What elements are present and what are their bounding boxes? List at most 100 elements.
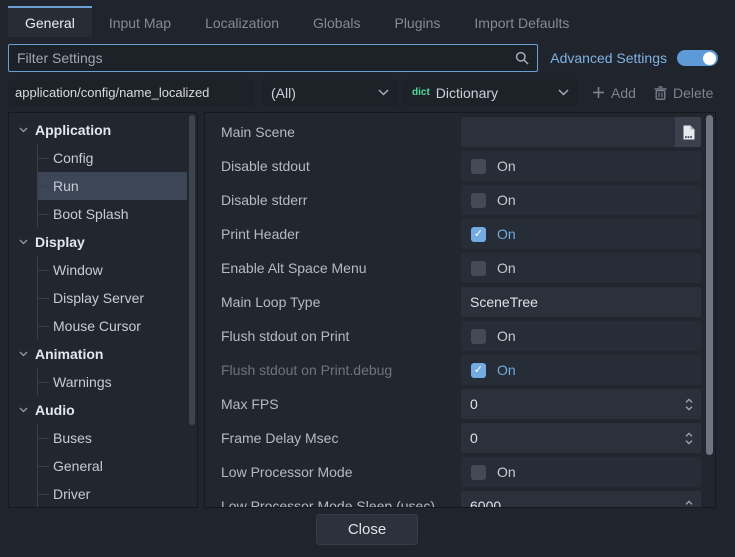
main-loop-type-input[interactable]: SceneTree — [461, 287, 701, 317]
checkbox-unchecked[interactable] — [471, 261, 486, 276]
sidebar-section-label: Audio — [35, 402, 75, 418]
sidebar-section-audio[interactable]: Audio — [9, 396, 197, 424]
checkbox-unchecked[interactable] — [471, 193, 486, 208]
tab-label: Globals — [313, 15, 360, 31]
sidebar-section-label: Application — [35, 122, 111, 138]
checkbox-checked[interactable] — [471, 227, 486, 242]
sidebar-section-application[interactable]: Application — [9, 116, 197, 144]
chevron-down-icon — [19, 127, 28, 133]
sidebar-scrollbar[interactable] — [189, 115, 195, 507]
trash-icon — [654, 86, 667, 100]
tab-plugins[interactable]: Plugins — [377, 6, 457, 37]
spinner-updown-icon[interactable] — [683, 397, 695, 412]
sidebar-item-label: General — [53, 458, 103, 474]
sidebar-item-label: Buses — [53, 430, 92, 446]
plus-icon — [592, 86, 605, 99]
sidebar-section-display[interactable]: Display — [9, 228, 197, 256]
setting-label: Flush stdout on Print.debug — [205, 362, 461, 378]
checkbox-label: On — [497, 464, 516, 480]
sidebar-section-animation[interactable]: Animation — [9, 340, 197, 368]
settings-tree: Application Config Run Boot Splash Displ… — [9, 113, 197, 508]
project-settings-dialog: General Input Map Localization Globals P… — [0, 0, 735, 557]
tab-label: Import Defaults — [474, 15, 569, 31]
tree-group: Config Run Boot Splash — [37, 144, 197, 228]
sidebar-item-display-server[interactable]: Display Server — [38, 284, 187, 312]
setting-row-low-processor-mode-sleep: Low Processor Mode Sleep (usec) 6000 — [205, 489, 715, 508]
settings-scrollbar[interactable] — [706, 115, 713, 507]
tab-label: General — [25, 15, 75, 31]
close-button-label: Close — [348, 521, 386, 538]
delete-button-label: Delete — [673, 85, 713, 101]
sidebar-item-buses[interactable]: Buses — [38, 424, 187, 452]
settings-rows: Main Scene Disable stdout On — [205, 113, 715, 508]
property-path-value: application/config/name_localized — [15, 85, 209, 100]
setting-row-enable-alt-space-menu: Enable Alt Space Menu On — [205, 251, 715, 285]
setting-label: Enable Alt Space Menu — [205, 260, 461, 276]
filter-settings-input[interactable] — [17, 50, 515, 66]
type-dropdown-value: Dictionary — [436, 85, 498, 101]
sidebar-section-label: Display — [35, 234, 85, 250]
frame-delay-spinbox[interactable]: 0 — [461, 430, 701, 446]
sidebar-item-boot-splash[interactable]: Boot Splash — [38, 200, 187, 228]
tab-label: Input Map — [109, 15, 171, 31]
sidebar-item-label: Boot Splash — [53, 206, 129, 222]
sidebar-item-mouse-cursor[interactable]: Mouse Cursor — [38, 312, 187, 340]
setting-label: Disable stdout — [205, 158, 461, 174]
tab-import-defaults[interactable]: Import Defaults — [457, 6, 586, 37]
tab-localization[interactable]: Localization — [188, 6, 296, 37]
checkbox-unchecked[interactable] — [471, 159, 486, 174]
chevron-down-icon — [19, 351, 28, 357]
spin-value: 6000 — [470, 498, 683, 508]
scrollbar-thumb[interactable] — [189, 115, 195, 425]
checkbox-label: On — [497, 158, 516, 174]
file-picker-button[interactable] — [675, 117, 701, 147]
tree-group: Warnings — [37, 368, 197, 396]
spin-value: 0 — [470, 396, 683, 412]
max-fps-spinbox[interactable]: 0 — [461, 396, 701, 412]
scrollbar-thumb[interactable] — [706, 115, 713, 455]
tab-input-map[interactable]: Input Map — [92, 6, 188, 37]
advanced-settings-label: Advanced Settings — [550, 50, 667, 66]
tab-bar: General Input Map Localization Globals P… — [8, 6, 727, 37]
sidebar-section-label: Animation — [35, 346, 103, 362]
tab-general[interactable]: General — [8, 6, 92, 37]
toggle-knob — [703, 52, 716, 65]
setting-row-main-scene: Main Scene — [205, 115, 715, 149]
spinner-updown-icon[interactable] — [683, 431, 695, 446]
close-button[interactable]: Close — [316, 514, 418, 545]
setting-row-main-loop-type: Main Loop Type SceneTree — [205, 285, 715, 319]
sidebar-item-config[interactable]: Config — [38, 144, 187, 172]
setting-row-disable-stdout: Disable stdout On — [205, 149, 715, 183]
checkbox-checked[interactable] — [471, 363, 486, 378]
spinner-updown-icon[interactable] — [683, 499, 695, 509]
checkbox-label: On — [497, 328, 516, 344]
settings-category-sidebar: Application Config Run Boot Splash Displ… — [8, 112, 198, 508]
sidebar-item-warnings[interactable]: Warnings — [38, 368, 187, 396]
chevron-down-icon — [558, 89, 569, 96]
checkbox-unchecked[interactable] — [471, 329, 486, 344]
tab-globals[interactable]: Globals — [296, 6, 377, 37]
type-dropdown[interactable]: dict Dictionary — [403, 79, 578, 106]
setting-row-print-header: Print Header On — [205, 217, 715, 251]
checkbox-unchecked[interactable] — [471, 465, 486, 480]
tree-group: Buses General Driver — [37, 424, 197, 508]
add-button[interactable]: Add — [588, 79, 640, 106]
sidebar-item-driver[interactable]: Driver — [38, 480, 187, 508]
sidebar-item-general[interactable]: General — [38, 452, 187, 480]
filter-settings-searchbox[interactable] — [8, 44, 538, 72]
category-filter-value: (All) — [271, 85, 296, 101]
chevron-down-icon — [19, 239, 28, 245]
low-processor-sleep-spinbox[interactable]: 6000 — [461, 498, 701, 508]
tab-label: Localization — [205, 15, 279, 31]
property-path-input[interactable]: application/config/name_localized — [8, 79, 255, 106]
sidebar-item-run[interactable]: Run — [38, 172, 187, 200]
advanced-settings-toggle[interactable] — [677, 50, 718, 66]
setting-row-disable-stderr: Disable stderr On — [205, 183, 715, 217]
sidebar-item-window[interactable]: Window — [38, 256, 187, 284]
setting-row-low-processor-mode: Low Processor Mode On — [205, 455, 715, 489]
main-scene-input[interactable] — [461, 117, 675, 147]
category-filter-dropdown[interactable]: (All) — [262, 79, 398, 106]
sidebar-item-label: Mouse Cursor — [53, 318, 141, 334]
delete-button[interactable]: Delete — [650, 79, 717, 106]
checkbox-label: On — [497, 260, 516, 276]
